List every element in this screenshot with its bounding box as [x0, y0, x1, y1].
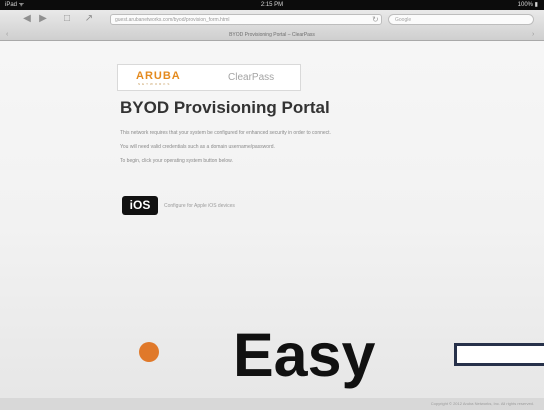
- share-icon[interactable]: ↗: [84, 14, 94, 24]
- back-arrow-icon[interactable]: ◀: [22, 14, 32, 24]
- search-input[interactable]: Google: [388, 14, 534, 25]
- portal-instruction-line: You will need valid credentials such as …: [120, 144, 275, 150]
- footer-copyright: Copyright © 2012 Aruba Networks, Inc. Al…: [430, 401, 534, 406]
- reload-icon[interactable]: ↻: [372, 15, 379, 25]
- page-tab-title: BYOD Provisioning Portal – ClearPass: [229, 32, 315, 38]
- ios-button-caption[interactable]: Configure for Apple iOS devices: [164, 203, 235, 210]
- browser-toolbar: ◀ ▶ □ ↗ guest.arubanetworks.com/byod/pro…: [0, 10, 544, 41]
- ios-button[interactable]: iOS: [122, 196, 158, 215]
- portal-logo-banner: ARUBA NETWORKS ClearPass: [117, 64, 301, 91]
- bullet-dot: [139, 342, 159, 362]
- arrow-box-shape: [454, 343, 544, 366]
- aruba-logo: ARUBA: [136, 70, 181, 82]
- portal-instruction-line: This network requires that your system b…: [120, 130, 331, 136]
- portal-instruction-line: To begin, click your operating system bu…: [120, 158, 233, 164]
- portal-footer: Copyright © 2012 Aruba Networks, Inc. Al…: [0, 398, 544, 410]
- aruba-logo-subtitle: NETWORKS: [138, 82, 172, 86]
- status-bar: iPad ᯤ 2:15 PM 100% ▮: [0, 0, 544, 10]
- status-clock: 2:15 PM: [260, 2, 284, 8]
- battery-indicator: 100% ▮: [517, 2, 538, 8]
- tab-close-icon[interactable]: ›: [532, 31, 534, 39]
- forward-arrow-icon[interactable]: ▶: [38, 14, 48, 24]
- portal-title: BYOD Provisioning Portal: [120, 98, 330, 117]
- clearpass-label: ClearPass: [228, 72, 275, 83]
- slide-headline: Easy: [233, 321, 376, 389]
- bookmarks-icon[interactable]: □: [62, 14, 72, 24]
- web-content: ARUBA NETWORKS ClearPass BYOD Provisioni…: [0, 41, 544, 410]
- address-bar[interactable]: guest.arubanetworks.com/byod/provision_f…: [110, 14, 382, 25]
